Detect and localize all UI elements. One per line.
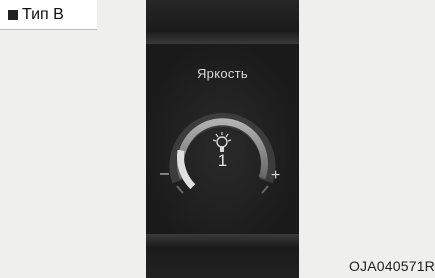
figure-code: OJA040571R: [348, 258, 435, 274]
brightness-adjust-icon: [212, 132, 232, 152]
brightness-gauge: [169, 113, 276, 194]
black-square-icon: [8, 9, 18, 20]
brightness-title: Яркость: [196, 66, 248, 81]
manual-figure: Тип B Яркость 1 – + OJA040571R: [0, 0, 435, 278]
type-label: Тип B: [0, 0, 97, 30]
decrease-label: –: [160, 165, 169, 182]
increase-label: +: [271, 167, 281, 184]
type-label-text: Тип B: [22, 5, 64, 23]
instrument-cluster-display: Яркость: [146, 0, 299, 278]
